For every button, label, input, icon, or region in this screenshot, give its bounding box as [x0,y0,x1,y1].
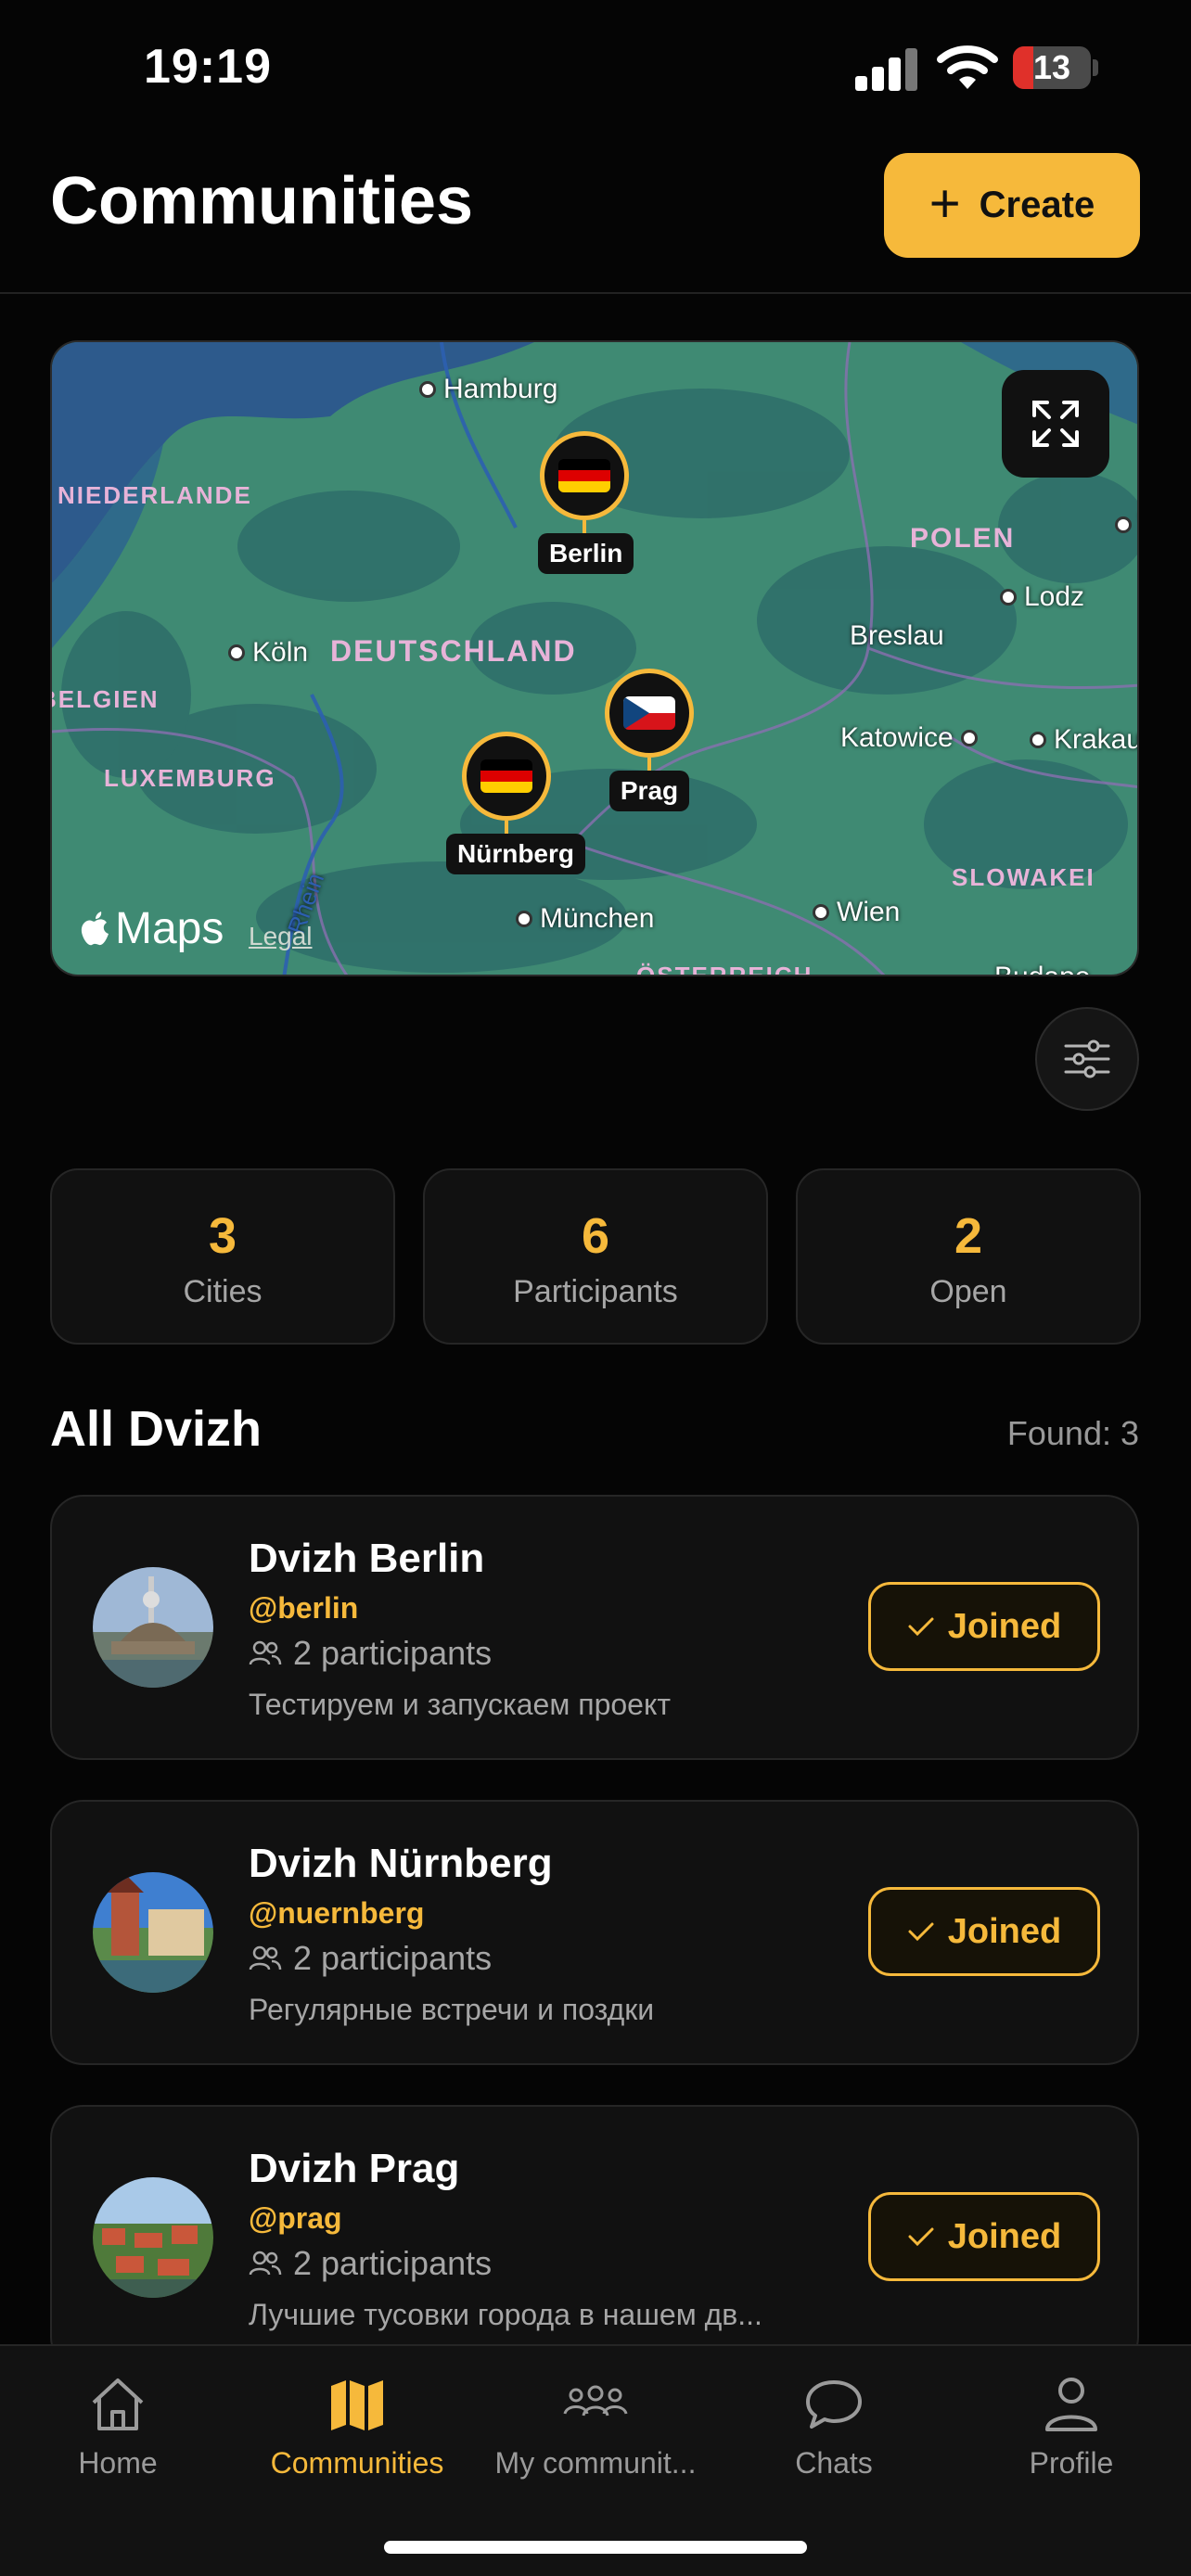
found-count: Found: 3 [1006,1414,1139,1452]
map-pin-prag[interactable]: Prag [603,669,696,811]
cellular-signal-icon [855,45,920,91]
tab-communities[interactable]: Communities [241,2372,473,2480]
community-avatar [93,1872,213,1993]
community-card-nurnberg[interactable]: Dvizh Nürnberg @nuernberg 2 participants… [50,1800,1139,2065]
map-country-label: ÖSTERREICH [636,962,813,976]
participants-count: 2 participants [249,1939,492,1978]
community-name: Dvizh Berlin [249,1536,485,1581]
tab-my-communities[interactable]: My communit... [480,2372,711,2480]
home-indicator[interactable] [384,2541,807,2554]
stat-value: 2 [954,1208,983,1264]
map-pin-label: Prag [608,771,690,811]
map-country-label: SLOWAKEI [952,863,1095,891]
joined-button[interactable]: Joined [868,1582,1100,1671]
plus-icon: + [928,172,961,234]
tab-label: My communit... [494,2446,697,2480]
joined-button[interactable]: Joined [868,2192,1100,2281]
wifi-icon [937,45,998,89]
tab-label: Profile [1029,2446,1114,2480]
map-country-label: POLEN [910,523,1016,554]
map-city-edge: W [1115,509,1137,541]
map-city-koln: Köln [228,637,308,669]
participants-count: 2 participants [249,1634,492,1673]
community-name: Dvizh Prag [249,2146,460,2191]
communities-map[interactable]: NIEDERLANDE DEUTSCHLAND POLEN BELGIEN LU… [50,340,1139,976]
stat-label: Open [929,1274,1007,1309]
map-country-label: LUXEMBURG [104,764,276,792]
community-handle: @prag [249,2201,342,2235]
people-icon [249,1640,282,1665]
czech-flag-icon [623,696,675,730]
tab-home[interactable]: Home [2,2372,234,2480]
german-flag-icon [480,759,532,793]
stat-value: 3 [208,1208,237,1264]
people-icon [563,2385,628,2417]
map-pin-label: Berlin [538,533,634,574]
map-city-edge: Budape [994,962,1090,975]
joined-button[interactable]: Joined [868,1887,1100,1976]
community-card-berlin[interactable]: Dvizh Berlin @berlin 2 participants Тест… [50,1495,1139,1760]
community-handle: @berlin [249,1591,359,1625]
create-button[interactable]: + Create [884,153,1140,258]
stat-cities: 3 Cities [50,1168,395,1345]
community-avatar [93,1567,213,1688]
battery-icon: 13 [1013,46,1098,89]
tab-label: Chats [795,2446,873,2480]
map-city-breslau: Breslau [850,620,944,651]
participants-count: 2 participants [249,2244,492,2283]
german-flag-icon [558,459,610,492]
stat-label: Cities [183,1274,263,1309]
checkmark-icon [908,1617,934,1637]
map-pin-berlin[interactable]: Berlin [538,431,634,574]
community-description: Регулярные встречи и поздки [249,1993,655,2026]
person-icon [1045,2378,1097,2431]
battery-level: 13 [1032,48,1071,86]
home-icon [92,2378,144,2430]
expand-icon [1032,401,1079,447]
page-title: Communities [50,164,474,238]
map-city-munchen: München [516,903,654,935]
people-icon [249,1945,282,1970]
header-divider [0,292,1191,294]
tab-label: Home [78,2446,158,2480]
tab-label: Communities [270,2446,444,2480]
status-time: 19:19 [144,40,272,94]
map-country-label: BELGIEN [50,685,160,713]
community-description: Тестируем и запускаем проект [249,1688,671,1721]
apple-maps-logo: Maps [80,903,224,954]
map-city-krakau: Krakau [1030,724,1137,756]
section-title: All Dvizh [50,1401,263,1457]
tab-chats[interactable]: Chats [718,2372,950,2480]
map-icon [331,2380,383,2430]
checkmark-icon [908,1922,934,1942]
apple-icon [81,911,109,945]
stat-value: 6 [581,1208,610,1264]
map-pin-nurnberg[interactable]: Nürnberg [446,732,585,874]
filter-button[interactable] [1035,1007,1139,1111]
sliders-icon [1064,1039,1110,1078]
checkmark-icon [908,2227,934,2247]
stat-participants: 6 Participants [423,1168,768,1345]
expand-map-button[interactable] [1002,370,1109,478]
map-country-label: DEUTSCHLAND [330,634,577,668]
create-button-label: Create [979,185,1095,225]
stat-label: Participants [513,1274,678,1309]
community-card-prag[interactable]: Dvizh Prag @prag 2 participants Лучшие т… [50,2105,1139,2370]
map-city-katowice: Katowice [840,722,978,754]
stat-open: 2 Open [796,1168,1141,1345]
map-country-label: NIEDERLANDE [58,481,252,509]
community-description: Лучшие тусовки города в нашем дв... [249,2298,762,2331]
chat-bubble-icon [806,2380,862,2429]
community-avatar [93,2177,213,2298]
tab-profile[interactable]: Profile [955,2372,1187,2480]
map-city-wien: Wien [813,897,900,928]
legal-link[interactable]: Legal [249,922,313,951]
map-pin-label: Nürnberg [446,834,585,874]
community-name: Dvizh Nürnberg [249,1841,553,1886]
map-city-hamburg: Hamburg [419,374,557,405]
people-icon [249,2251,282,2276]
community-handle: @nuernberg [249,1896,425,1930]
map-city-lodz: Lodz [1000,581,1084,613]
